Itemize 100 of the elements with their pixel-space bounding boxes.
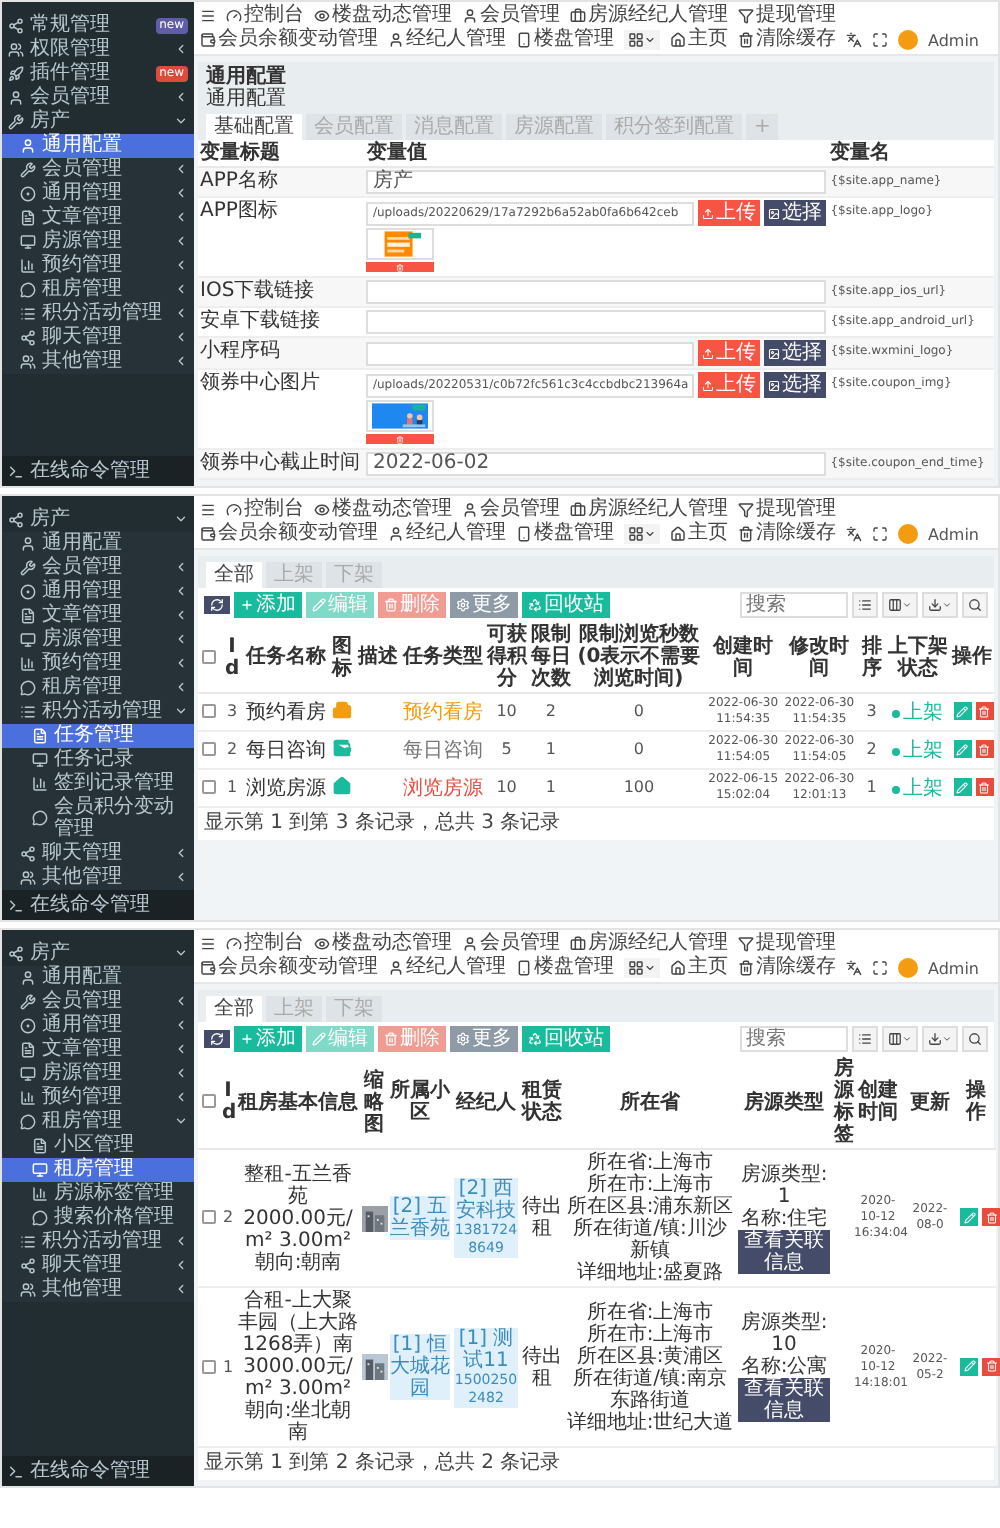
sidebar-item[interactable]: 在线命令管理 [2, 456, 194, 486]
nav-link[interactable]: 楼盘动态管理 [314, 498, 452, 522]
checkbox[interactable] [202, 742, 216, 757]
sidebar-item[interactable]: 房产 [2, 508, 194, 532]
delete-button[interactable] [982, 1357, 1000, 1375]
sidebar-item[interactable]: 签到记录管理 [2, 772, 194, 796]
menu-icon[interactable] [200, 936, 216, 952]
sidebar-item[interactable]: 通用配置 [2, 532, 194, 556]
nav-link[interactable]: 楼盘管理 [516, 522, 614, 546]
sidebar-item[interactable]: 通用配置 [2, 966, 194, 990]
sidebar-item[interactable]: 预约管理 [2, 652, 194, 676]
edit-button[interactable] [960, 1208, 978, 1226]
user-link[interactable]: Admin [928, 525, 979, 543]
choose-button[interactable]: 选择 [764, 200, 827, 226]
sidebar-item[interactable]: 房源标签管理 [2, 1182, 194, 1206]
edit-button[interactable] [960, 1357, 978, 1375]
remove-image-button[interactable] [366, 262, 435, 272]
sidebar-item[interactable]: 文章管理 [2, 1038, 194, 1062]
sidebar-item[interactable]: 预约管理 [2, 1086, 194, 1110]
sidebar-item[interactable]: 租房管理 [2, 1110, 194, 1134]
avatar-icon[interactable] [898, 524, 918, 544]
nav-link[interactable]: 清除缓存 [738, 956, 836, 980]
nav-link[interactable]: 提现管理 [738, 4, 836, 28]
nav-link[interactable]: 提现管理 [738, 932, 836, 956]
sidebar-item[interactable]: 在线命令管理 [2, 890, 194, 920]
delete-button[interactable] [975, 702, 994, 720]
checkbox[interactable] [202, 1359, 216, 1374]
sidebar-item[interactable]: 房源管理 [2, 230, 194, 254]
grid-dropdown-button[interactable] [624, 524, 660, 544]
details-button[interactable]: 查看关联信息 [738, 1378, 830, 1422]
sidebar-item[interactable]: 通用管理 [2, 182, 194, 206]
nav-link[interactable]: 经纪人管理 [388, 956, 506, 980]
fullscreen-icon[interactable] [872, 526, 888, 542]
sidebar-item[interactable]: 会员积分变动管理 [2, 796, 194, 842]
sidebar-item[interactable]: 在线命令管理 [2, 1456, 194, 1486]
grid-dropdown-button[interactable] [624, 30, 660, 50]
nav-link[interactable]: 楼盘动态管理 [314, 932, 452, 956]
sidebar-item[interactable]: 其他管理 [2, 350, 194, 374]
nav-link[interactable]: 经纪人管理 [388, 28, 506, 52]
sidebar-item[interactable]: 会员管理 [2, 86, 194, 110]
delete-button[interactable] [975, 778, 994, 796]
edit-button[interactable] [953, 702, 972, 720]
fullscreen-icon[interactable] [872, 32, 888, 48]
sidebar-item[interactable]: 小区管理 [2, 1134, 194, 1158]
export-button[interactable] [922, 592, 958, 618]
choose-button[interactable]: 选择 [764, 340, 827, 366]
sidebar-item[interactable]: 聊天管理 [2, 326, 194, 350]
sidebar-item[interactable]: 搜索价格管理 [2, 1206, 194, 1230]
refresh-button[interactable] [204, 1030, 230, 1048]
sidebar-item[interactable]: 聊天管理 [2, 1254, 194, 1278]
delete-button[interactable] [982, 1208, 1000, 1226]
user-link[interactable]: Admin [928, 31, 979, 49]
sidebar-item[interactable]: 会员管理 [2, 990, 194, 1014]
filter-button[interactable] [852, 592, 878, 618]
sidebar-item[interactable]: 通用管理 [2, 1014, 194, 1038]
nav-link[interactable]: 控制台 [226, 932, 304, 956]
sidebar-item[interactable]: 房产 [2, 942, 194, 966]
sidebar-item[interactable]: 租房管理 [2, 278, 194, 302]
tab[interactable]: 全部 [206, 562, 262, 588]
nav-link[interactable]: 控制台 [226, 498, 304, 522]
edit-button[interactable] [953, 778, 972, 796]
sidebar-item[interactable]: 其他管理 [2, 1278, 194, 1302]
checkbox[interactable] [202, 649, 216, 664]
sidebar-item[interactable]: 租房管理 [2, 676, 194, 700]
remove-image-button[interactable] [366, 434, 435, 444]
text-field[interactable] [366, 341, 695, 365]
sidebar-item[interactable]: 房源管理 [2, 628, 194, 652]
grid-dropdown-button[interactable] [624, 958, 660, 978]
sidebar-item[interactable]: 通用管理 [2, 580, 194, 604]
nav-link[interactable]: 房源经纪人管理 [570, 498, 728, 522]
nav-link[interactable]: 房源经纪人管理 [570, 4, 728, 28]
nav-link[interactable]: 会员管理 [462, 932, 560, 956]
sidebar-item[interactable]: 会员管理 [2, 158, 194, 182]
text-field[interactable]: 房产 [366, 170, 827, 194]
choose-button[interactable]: 选择 [764, 372, 827, 398]
sidebar-item[interactable]: 其他管理 [2, 866, 194, 890]
nav-link[interactable]: 提现管理 [738, 498, 836, 522]
search-button[interactable] [962, 1026, 988, 1052]
sidebar-item[interactable]: 任务记录 [2, 748, 194, 772]
sidebar-item[interactable]: 文章管理 [2, 206, 194, 230]
tab[interactable]: 基础配置 [206, 114, 302, 140]
sidebar-item[interactable]: 聊天管理 [2, 842, 194, 866]
nav-link[interactable]: 楼盘管理 [516, 956, 614, 980]
avatar-icon[interactable] [898, 958, 918, 978]
nav-link[interactable]: 楼盘管理 [516, 28, 614, 52]
translate-icon[interactable] [846, 32, 862, 48]
checkbox[interactable] [202, 704, 216, 719]
sidebar-item[interactable]: 会员管理 [2, 556, 194, 580]
sidebar-item[interactable]: 任务管理 [2, 724, 194, 748]
tab[interactable]: 全部 [206, 996, 262, 1022]
columns-button[interactable] [882, 1026, 918, 1052]
sidebar-item[interactable]: 积分活动管理 [2, 700, 194, 724]
sidebar-item[interactable]: 权限管理 [2, 38, 194, 62]
nav-link[interactable]: 清除缓存 [738, 28, 836, 52]
text-field[interactable] [366, 280, 827, 304]
nav-link[interactable]: 会员管理 [462, 4, 560, 28]
menu-icon[interactable] [200, 502, 216, 518]
delete-button[interactable] [975, 740, 994, 758]
nav-link[interactable]: 主页 [670, 522, 728, 546]
nav-link[interactable]: 会员余额变动管理 [200, 956, 378, 980]
